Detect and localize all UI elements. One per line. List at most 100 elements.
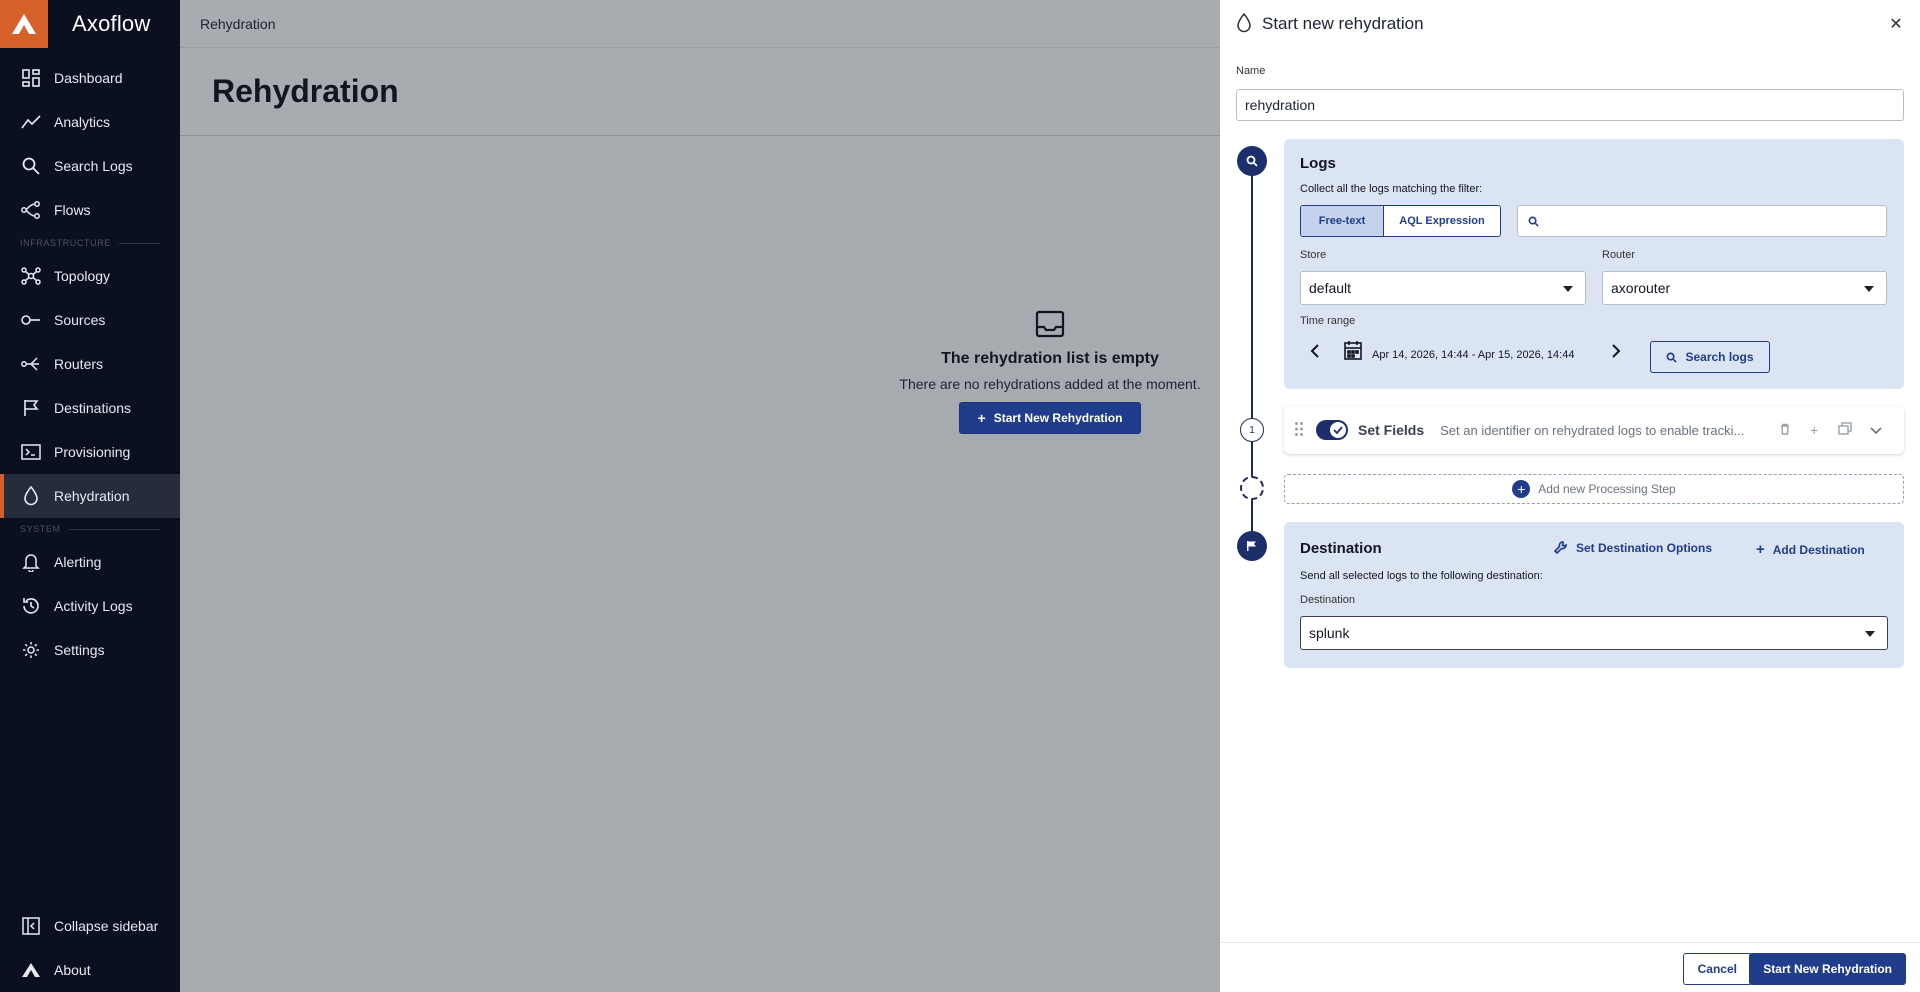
gear-icon	[20, 639, 42, 661]
sidebar-item-dashboard[interactable]: Dashboard	[0, 56, 180, 100]
add-step-dot	[1240, 476, 1264, 500]
search-logs-button[interactable]: Search logs	[1650, 341, 1770, 373]
routers-icon	[20, 353, 42, 375]
name-label: Name	[1236, 65, 1266, 77]
router-select[interactable]: axorouter	[1602, 271, 1887, 305]
destination-description: Send all selected logs to the following …	[1300, 570, 1543, 582]
add-destination-button[interactable]: + Add Destination	[1756, 541, 1865, 558]
drag-handle-icon[interactable]	[1294, 421, 1304, 440]
flows-icon	[20, 199, 42, 221]
page-title: Rehydration	[212, 73, 399, 109]
sidebar-item-routers[interactable]: Routers	[0, 342, 180, 386]
history-icon	[20, 595, 42, 617]
axoflow-small-logo-icon	[20, 959, 42, 981]
chevron-down-icon[interactable]	[1870, 422, 1882, 438]
sidebar-item-destinations[interactable]: Destinations	[0, 386, 180, 430]
collapse-icon	[20, 915, 42, 937]
duplicate-icon[interactable]	[1838, 422, 1853, 438]
store-select[interactable]: default	[1300, 271, 1586, 305]
plus-circle-icon: +	[1512, 480, 1531, 498]
sidebar-item-label: Activity Logs	[54, 598, 133, 614]
start-new-rehydration-label: Start New Rehydration	[993, 411, 1123, 425]
filter-mode-toggle: Free-text AQL Expression	[1300, 205, 1501, 237]
section-system-label: SYSTEM	[20, 524, 61, 534]
chevron-left-icon[interactable]	[1310, 344, 1320, 361]
sidebar-item-rehydration[interactable]: Rehydration	[0, 474, 180, 518]
collapse-sidebar-button[interactable]: Collapse sidebar	[0, 904, 180, 948]
sidebar-item-label: Settings	[54, 642, 105, 658]
router-value: axorouter	[1611, 280, 1671, 296]
axoflow-logo[interactable]	[0, 0, 48, 48]
destination-value: splunk	[1309, 625, 1350, 641]
add-processing-step-button[interactable]: + Add new Processing Step	[1284, 474, 1904, 504]
close-icon[interactable]: ✕	[1886, 14, 1906, 34]
add-processing-step-label: Add new Processing Step	[1538, 482, 1676, 496]
sidebar-item-label: Sources	[54, 312, 106, 328]
sidebar-item-label: Rehydration	[54, 488, 130, 504]
section-infrastructure: INFRASTRUCTURE	[0, 232, 180, 254]
caret-down-icon	[1864, 286, 1874, 292]
section-infrastructure-label: INFRASTRUCTURE	[20, 238, 111, 248]
destination-title: Destination	[1300, 540, 1382, 557]
terminal-icon	[20, 441, 42, 463]
panel-header: Start new rehydration ✕	[1220, 0, 1920, 48]
about-button[interactable]: About	[0, 948, 180, 992]
time-range-value[interactable]: Apr 14, 2026, 14:44 - Apr 15, 2026, 14:4…	[1372, 349, 1574, 361]
inbox-tray-icon	[1035, 310, 1065, 340]
plus-icon: +	[1756, 541, 1765, 558]
topology-icon	[20, 265, 42, 287]
dashboard-icon	[20, 67, 42, 89]
sidebar-item-label: Alerting	[54, 554, 102, 570]
name-input[interactable]: rehydration	[1236, 89, 1904, 121]
set-destination-options-button[interactable]: Set Destination Options	[1554, 541, 1712, 555]
start-new-rehydration-button[interactable]: + Start New Rehydration	[958, 402, 1142, 434]
panel-footer: Cancel Start New Rehydration	[1220, 942, 1920, 992]
sidebar-item-label: Search Logs	[54, 158, 133, 174]
search-icon	[1667, 352, 1678, 363]
logs-description: Collect all the logs matching the filter…	[1300, 183, 1483, 195]
destination-card: Destination Set Destination Options + Ad…	[1284, 522, 1904, 668]
step-title: Set Fields	[1358, 422, 1425, 438]
sidebar-item-sources[interactable]: Sources	[0, 298, 180, 342]
sidebar-item-search-logs[interactable]: Search Logs	[0, 144, 180, 188]
processing-step-set-fields[interactable]: Set Fields Set an identifier on rehydrat…	[1284, 406, 1904, 454]
aql-expression-tab[interactable]: AQL Expression	[1384, 206, 1500, 236]
sidebar-item-label: Analytics	[54, 114, 111, 130]
free-text-tab[interactable]: Free-text	[1301, 206, 1384, 236]
step-enabled-toggle[interactable]	[1316, 420, 1348, 440]
sidebar-item-activity-logs[interactable]: Activity Logs	[0, 584, 180, 628]
breadcrumb-item: Rehydration	[200, 15, 276, 32]
time-range-label: Time range	[1300, 315, 1356, 327]
filter-search-input[interactable]	[1517, 205, 1887, 237]
sidebar-item-settings[interactable]: Settings	[0, 628, 180, 672]
destination-field-label: Destination	[1300, 594, 1356, 606]
sidebar-item-analytics[interactable]: Analytics	[0, 100, 180, 144]
caret-down-icon	[1563, 286, 1573, 292]
section-system: SYSTEM	[0, 518, 180, 540]
trash-icon[interactable]	[1780, 422, 1790, 438]
add-destination-label: Add Destination	[1772, 542, 1865, 557]
store-label: Store	[1300, 249, 1327, 261]
add-icon[interactable]: +	[1810, 422, 1818, 438]
brand-name: Axoflow	[72, 11, 151, 36]
destination-select[interactable]: splunk	[1300, 616, 1888, 650]
empty-title: The rehydration list is empty	[941, 350, 1159, 367]
sidebar-item-label: Routers	[54, 356, 104, 372]
sidebar-item-provisioning[interactable]: Provisioning	[0, 430, 180, 474]
calendar-icon[interactable]	[1344, 340, 1362, 363]
logs-card: Logs Collect all the logs matching the f…	[1284, 139, 1904, 389]
step-number-badge: 1	[1240, 418, 1264, 442]
sidebar-item-flows[interactable]: Flows	[0, 188, 180, 232]
sidebar-item-alerting[interactable]: Alerting	[0, 540, 180, 584]
search-logs-label: Search logs	[1685, 350, 1754, 364]
cancel-button[interactable]: Cancel	[1682, 953, 1752, 985]
droplet-icon	[1236, 12, 1252, 36]
start-new-rehydration-submit-button[interactable]: Start New Rehydration	[1749, 953, 1906, 985]
panel-title: Start new rehydration	[1262, 14, 1424, 33]
about-label: About	[54, 962, 91, 978]
chevron-right-icon[interactable]	[1611, 344, 1621, 361]
sidebar-item-label: Destinations	[54, 400, 132, 416]
plus-icon: +	[977, 410, 986, 426]
sidebar-item-topology[interactable]: Topology	[0, 254, 180, 298]
brand: Axoflow	[0, 0, 180, 48]
